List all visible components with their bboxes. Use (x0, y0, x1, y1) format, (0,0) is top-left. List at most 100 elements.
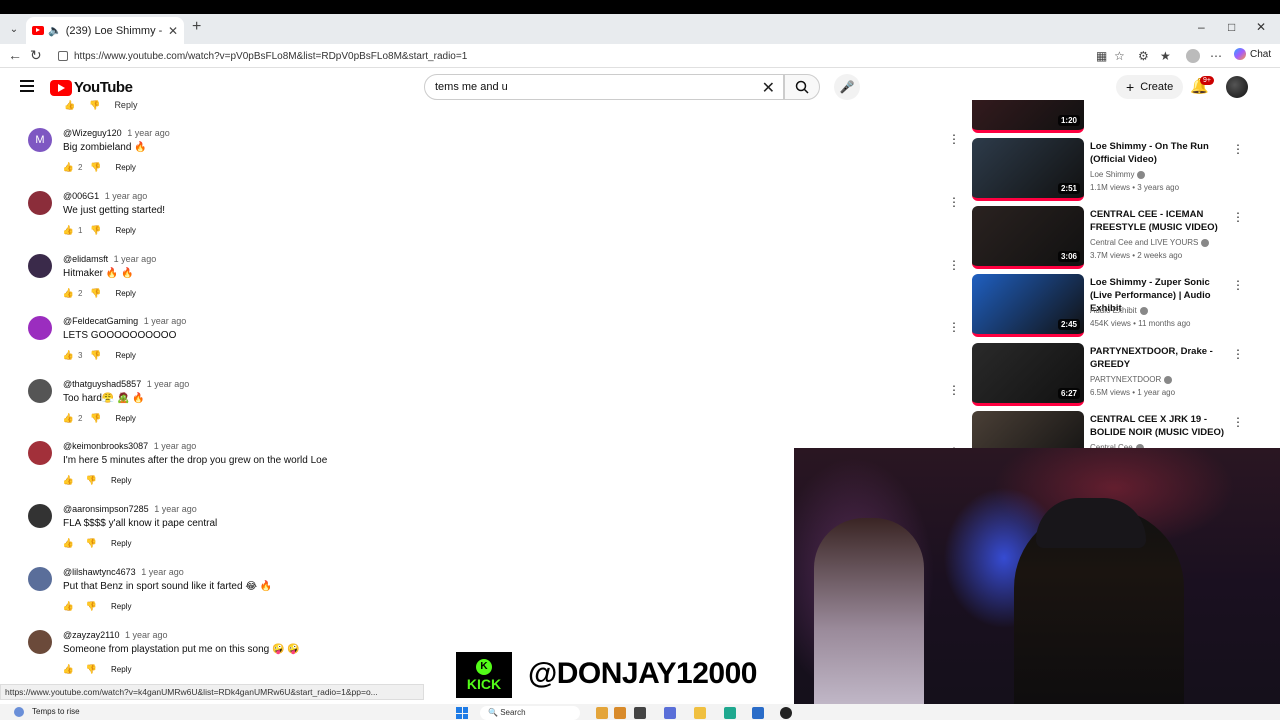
commenter-handle[interactable]: @keimonbrooks3087 (63, 441, 148, 451)
commenter-handle[interactable]: @aaronsimpson7285 (63, 504, 149, 514)
reply-button[interactable]: Reply (111, 602, 131, 611)
search-input[interactable]: tems me and u ✕ (424, 74, 784, 100)
app-icon[interactable] (780, 707, 792, 719)
video-more-icon[interactable]: ⋮ (1232, 278, 1244, 292)
like-icon[interactable]: 👍 (63, 601, 74, 612)
channel-name[interactable]: Loe Shimmy (1090, 170, 1146, 179)
clear-search-icon[interactable]: ✕ (762, 78, 775, 98)
channel-name[interactable]: Audio Exhibit (1090, 306, 1148, 315)
dislike-icon[interactable]: 👎 (90, 350, 101, 361)
video-thumbnail[interactable]: 2:51 (972, 138, 1084, 201)
url-field[interactable]: https://www.youtube.com/watch?v=pV0pBsFL… (52, 46, 1092, 66)
commenter-handle[interactable]: @006G1 (63, 191, 99, 201)
tab-actions-chevron-icon[interactable]: ⌄ (4, 19, 24, 39)
comment-more-icon[interactable]: ⋮ (948, 320, 960, 334)
comment-more-icon[interactable]: ⋮ (948, 195, 960, 209)
like-icon[interactable]: 👍 (63, 413, 74, 424)
reply-button[interactable]: Reply (115, 163, 135, 172)
like-icon[interactable]: 👍 (63, 350, 74, 361)
close-window-icon[interactable]: ✕ (1256, 20, 1266, 34)
comment-time[interactable]: 1 year ago (114, 254, 157, 264)
video-title[interactable]: PARTYNEXTDOOR, Drake - GREEDY (1090, 345, 1230, 371)
comment-time[interactable]: 1 year ago (154, 441, 197, 451)
reply-button[interactable]: Reply (114, 100, 137, 111)
tab-close-icon[interactable]: ✕ (168, 24, 178, 38)
comment-time[interactable]: 1 year ago (144, 316, 187, 326)
comment-more-icon[interactable]: ⋮ (948, 132, 960, 146)
dislike-icon[interactable]: 👎 (89, 100, 100, 111)
taskbar-search[interactable]: 🔍 Search (480, 706, 580, 720)
comment-time[interactable]: 1 year ago (154, 504, 197, 514)
reply-button[interactable]: Reply (111, 539, 131, 548)
back-arrow-icon[interactable]: ← (8, 47, 22, 63)
reply-button[interactable]: Reply (115, 226, 135, 235)
related-video[interactable]: 2:45 Loe Shimmy - Zuper Sonic (Live Perf… (972, 274, 1252, 338)
commenter-avatar[interactable]: M (28, 128, 52, 152)
related-video[interactable]: 1:20 Loe Shimmy 260K views • 1 year ago (972, 100, 1252, 134)
commenter-handle[interactable]: @lilshawtync4673 (63, 567, 136, 577)
related-video[interactable]: CENTRAL CEE X JRK 19 - BOLIDE NOIR (MUSI… (972, 411, 1252, 448)
commenter-avatar[interactable] (28, 567, 52, 591)
commenter-avatar[interactable] (28, 441, 52, 465)
commenter-handle[interactable]: @zayzay2110 (63, 630, 120, 640)
youtube-profile-avatar[interactable] (1226, 76, 1248, 98)
new-tab-plus-icon[interactable]: + (192, 18, 201, 36)
video-more-icon[interactable]: ⋮ (1232, 210, 1244, 224)
more-options-icon[interactable]: ⋯ (1210, 49, 1222, 63)
store-icon[interactable] (752, 707, 764, 719)
favorites-icon[interactable]: ★ (1160, 49, 1171, 63)
create-button[interactable]: + Create (1116, 75, 1184, 99)
favorite-star-icon[interactable]: ☆ (1114, 49, 1125, 63)
voice-search-mic-icon[interactable]: 🎤 (834, 74, 860, 100)
task-view-icon[interactable] (634, 707, 646, 719)
commenter-avatar[interactable] (28, 191, 52, 215)
site-info-icon[interactable] (58, 51, 68, 61)
related-video[interactable]: 6:27 PARTYNEXTDOOR, Drake - GREEDY PARTY… (972, 343, 1252, 407)
youtube-logo[interactable]: YouTube (50, 79, 133, 96)
reply-button[interactable]: Reply (115, 414, 135, 423)
menu-hamburger-icon[interactable] (20, 80, 34, 95)
commenter-handle[interactable]: @elidamsft (63, 254, 108, 264)
dislike-icon[interactable]: 👎 (86, 664, 97, 675)
taskbar-app-icon[interactable] (614, 707, 626, 719)
comment-time[interactable]: 1 year ago (127, 128, 170, 138)
start-windows-icon[interactable] (456, 707, 468, 719)
video-thumbnail[interactable] (972, 411, 1084, 448)
edge-browser-icon[interactable] (724, 707, 736, 719)
reply-button[interactable]: Reply (111, 476, 131, 485)
comment-more-icon[interactable]: ⋮ (948, 383, 960, 397)
teams-icon[interactable] (664, 707, 676, 719)
dislike-icon[interactable]: 👎 (90, 225, 101, 236)
minimize-icon[interactable]: – (1198, 20, 1205, 34)
maximize-icon[interactable]: □ (1228, 20, 1235, 34)
video-more-icon[interactable]: ⋮ (1232, 347, 1244, 361)
dislike-icon[interactable]: 👎 (86, 538, 97, 549)
video-more-icon[interactable]: ⋮ (1232, 142, 1244, 156)
dislike-icon[interactable]: 👎 (90, 413, 101, 424)
commenter-handle[interactable]: @FeldecatGaming (63, 316, 138, 326)
commenter-handle[interactable]: @Wizeguy120 (63, 128, 122, 138)
copilot-chat-button[interactable]: Chat (1234, 48, 1271, 60)
video-thumbnail[interactable]: 6:27 (972, 343, 1084, 406)
related-video[interactable]: 3:06 CENTRAL CEE - ICEMAN FREESTYLE (MUS… (972, 206, 1252, 270)
comment-time[interactable]: 1 year ago (147, 379, 190, 389)
comment-time[interactable]: 1 year ago (105, 191, 148, 201)
related-video[interactable]: 2:51 Loe Shimmy - On The Run (Official V… (972, 138, 1252, 202)
comment-more-icon[interactable]: ⋮ (948, 258, 960, 272)
video-title[interactable]: CENTRAL CEE - ICEMAN FREESTYLE (MUSIC VI… (1090, 208, 1230, 234)
video-more-icon[interactable]: ⋮ (1232, 415, 1244, 429)
reply-button[interactable]: Reply (115, 289, 135, 298)
commenter-avatar[interactable] (28, 379, 52, 403)
channel-name[interactable]: Central Cee and LIVE YOURS (1090, 238, 1210, 247)
like-icon[interactable]: 👍 (63, 664, 74, 675)
file-explorer-icon[interactable] (694, 707, 706, 719)
commenter-avatar[interactable] (28, 630, 52, 654)
like-icon[interactable]: 👍 (63, 162, 74, 173)
speaker-icon[interactable]: 🔈 (48, 24, 62, 37)
reply-button[interactable]: Reply (115, 351, 135, 360)
commenter-avatar[interactable] (28, 316, 52, 340)
commenter-avatar[interactable] (28, 254, 52, 278)
search-button[interactable] (784, 74, 820, 100)
extensions-icon[interactable]: ⚙ (1138, 49, 1149, 63)
comment-time[interactable]: 1 year ago (125, 630, 168, 640)
